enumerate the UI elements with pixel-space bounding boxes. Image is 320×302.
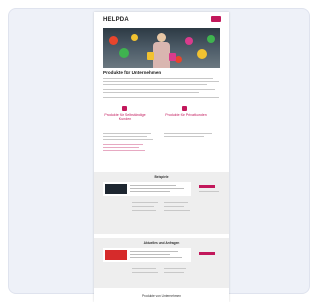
text-line: [103, 97, 219, 98]
text-line: [132, 268, 156, 269]
text-line: [130, 251, 178, 252]
text-line: [103, 92, 199, 93]
news-image: [105, 250, 127, 260]
example-card: [103, 182, 191, 196]
examples-title: Beispiele: [154, 175, 169, 179]
text-line: [132, 206, 154, 207]
text-line: [130, 185, 176, 186]
decor-ball: [185, 37, 193, 45]
text-line: [103, 139, 153, 140]
example-button[interactable]: [199, 185, 215, 188]
text-line: [103, 133, 151, 134]
text-line: [164, 136, 204, 137]
text-line: [164, 202, 188, 203]
person-head: [157, 33, 166, 42]
decor-ball: [197, 49, 207, 59]
page-title: Produkte für Unternehmen: [103, 70, 162, 75]
decor-ball: [131, 34, 138, 41]
link-line[interactable]: [103, 144, 143, 145]
news-title: Aktuelles und Anfragen: [143, 241, 180, 245]
text-line: [132, 202, 158, 203]
shopping-bag-icon: [169, 53, 176, 61]
feature-title-selbstaendige[interactable]: Produkte für Selbständige Kunden: [101, 113, 149, 121]
text-line: [164, 268, 186, 269]
text-line: [164, 210, 190, 211]
text-line: [103, 136, 147, 137]
person-body: [153, 42, 170, 68]
text-line: [130, 257, 182, 258]
text-line: [103, 81, 219, 82]
hero-image: [103, 28, 220, 68]
example-image: [105, 184, 127, 194]
text-line: [164, 133, 212, 134]
text-line: [130, 191, 170, 192]
news-button[interactable]: [199, 252, 215, 255]
link-line[interactable]: [103, 150, 145, 151]
text-line: [132, 272, 158, 273]
brand-logo[interactable]: HELPDA: [103, 17, 129, 23]
decor-ball: [109, 36, 118, 45]
news-section: Aktuelles und Anfragen: [94, 238, 229, 288]
text-line: [103, 84, 207, 85]
text-line: [130, 188, 184, 189]
box-icon: [182, 106, 187, 111]
text-line: [164, 272, 184, 273]
decor-ball: [207, 35, 215, 43]
webpage-preview: HELPDA Produkte für Unternehmen Produkte…: [94, 12, 229, 302]
text-line: [132, 210, 156, 211]
link-line[interactable]: [103, 147, 139, 148]
footer-title: Produkte von Unternehmen: [142, 294, 181, 298]
news-card: [103, 248, 191, 262]
brand-name: HELPDA: [103, 17, 129, 23]
text-line: [130, 254, 170, 255]
text-line: [103, 78, 213, 79]
decor-ball: [175, 56, 182, 63]
text-line: [164, 206, 184, 207]
shopping-bag-icon: [147, 52, 154, 60]
text-line: [199, 191, 219, 192]
decor-ball: [119, 48, 129, 58]
examples-section: Beispiele: [94, 172, 229, 234]
box-icon: [122, 106, 127, 111]
feature-title-privatkunden[interactable]: Produkte für Privatkunden: [162, 113, 210, 117]
text-line: [103, 89, 215, 90]
hamburger-menu-icon[interactable]: [211, 16, 221, 22]
